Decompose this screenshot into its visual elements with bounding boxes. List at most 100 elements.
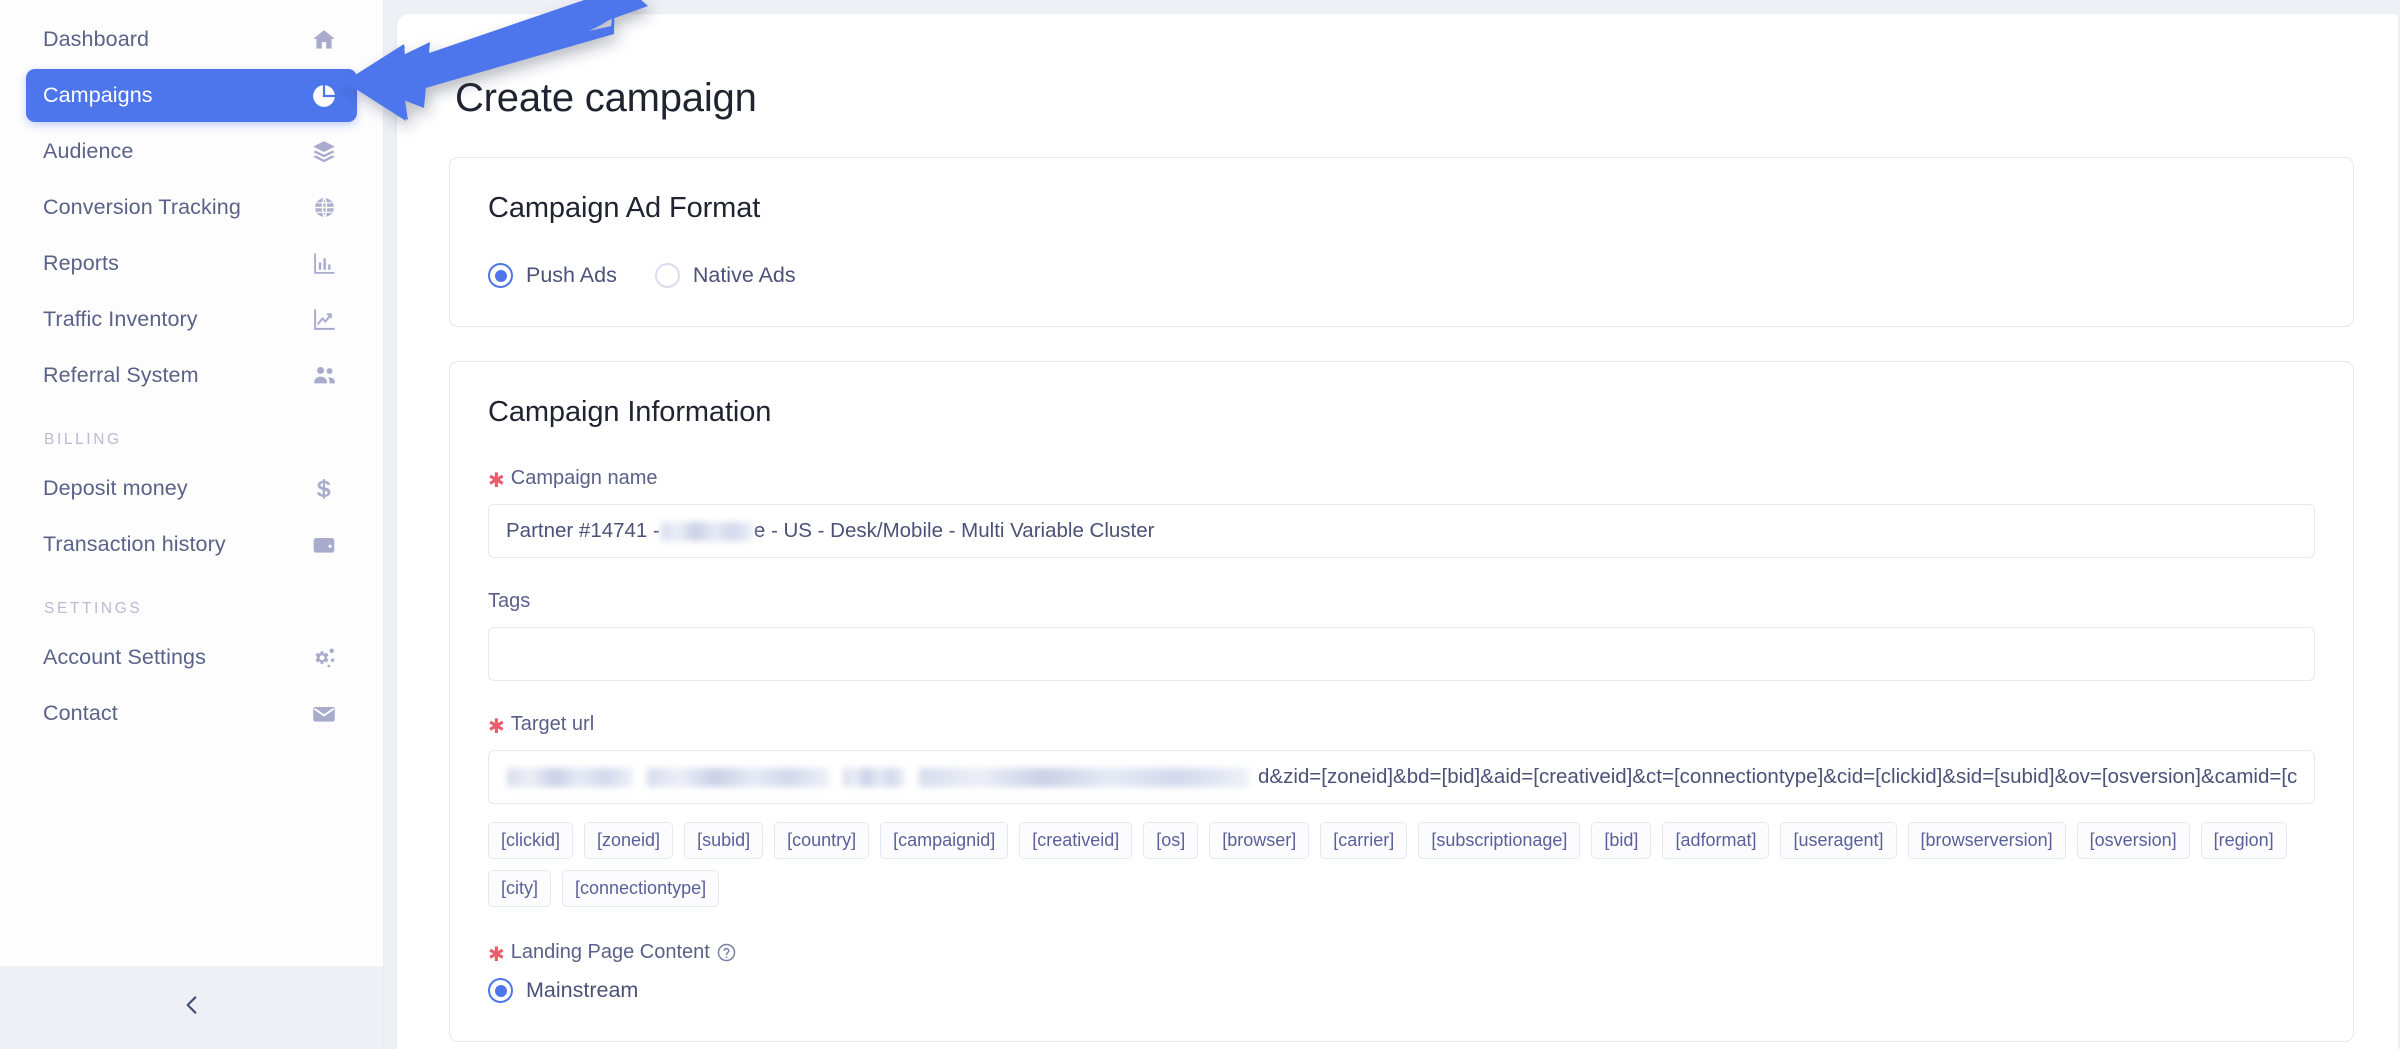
radio-native-ads[interactable]: Native Ads [654, 263, 796, 288]
sidebar-item-label: Referral System [43, 363, 199, 387]
sidebar-item-transaction-history[interactable]: Transaction history [26, 518, 357, 571]
sidebar-item-label: Traffic Inventory [43, 307, 198, 331]
sidebar: Dashboard Campaigns Audience Conversion … [0, 0, 383, 1049]
sidebar-item-campaigns[interactable]: Campaigns [26, 69, 357, 122]
label-campaign-name: ✱ Campaign name [488, 467, 2315, 492]
macro-chip[interactable]: [osversion] [2076, 822, 2190, 859]
label-text: Target url [510, 713, 595, 735]
macro-chip[interactable]: [adformat] [1662, 822, 1770, 859]
campaign-information-panel: Campaign Information ✱ Campaign name Par… [449, 361, 2355, 1042]
macro-chip[interactable]: [useragent] [1780, 822, 1897, 859]
campaign-name-input[interactable]: Partner #14741 - e - US - Desk/Mobile - … [488, 504, 2316, 558]
sidebar-nav: Dashboard Campaigns Audience Conversion … [0, 0, 383, 966]
envelope-icon [309, 699, 339, 729]
page-title: Create campaign [455, 76, 757, 120]
users-icon [309, 361, 339, 391]
required-asterisk: ✱ [488, 469, 505, 492]
sidebar-item-label: Conversion Tracking [43, 195, 241, 219]
label-text: Campaign name [510, 467, 658, 489]
sidebar-item-label: Transaction history [43, 532, 226, 556]
radio-mainstream[interactable]: Mainstream [488, 978, 638, 1003]
field-tags: Tags [488, 590, 2316, 681]
label-text: Landing Page Content [510, 941, 710, 963]
radio-indicator [654, 263, 680, 288]
macro-chip[interactable]: [campaignid] [880, 822, 1009, 859]
macro-chip[interactable]: [browserversion] [1907, 822, 2066, 859]
sidebar-item-referral-system[interactable]: Referral System [26, 349, 357, 402]
radio-label: Mainstream [526, 978, 639, 1002]
globe-icon [309, 193, 339, 223]
macro-chip[interactable]: [browser] [1209, 822, 1310, 859]
redacted-url-prefix [506, 767, 1250, 787]
macro-chip[interactable]: [zoneid] [584, 822, 674, 859]
radio-indicator [488, 263, 513, 288]
app-root: Dashboard Campaigns Audience Conversion … [0, 0, 2400, 1049]
main-content: Create campaign Campaign Ad Format Push … [383, 0, 2400, 1049]
campaign-ad-format-panel: Campaign Ad Format Push Ads Native Ads [449, 157, 2355, 327]
sidebar-item-label: Contact [43, 701, 118, 725]
sidebar-item-contact[interactable]: Contact [26, 687, 357, 740]
radio-label: Native Ads [692, 263, 796, 287]
macro-chip[interactable]: [os] [1143, 822, 1199, 859]
target-url-visible-value: d&zid=[zoneid]&bd=[bid]&aid=[creativeid]… [1258, 765, 2298, 788]
sidebar-group-settings: SETTINGS [44, 600, 143, 617]
pie-chart-icon [309, 81, 339, 111]
campaign-name-value-prefix: Partner #14741 - [506, 519, 660, 542]
wallet-icon [309, 530, 339, 560]
macro-chip[interactable]: [region] [2200, 822, 2287, 859]
sidebar-item-label: Deposit money [43, 476, 188, 500]
question-circle-icon[interactable] [716, 942, 737, 963]
target-url-input[interactable]: d&zid=[zoneid]&bd=[bid]&aid=[creativeid]… [488, 750, 2316, 804]
ad-format-radio-group: Push Ads Native Ads [488, 263, 2315, 288]
radio-push-ads[interactable]: Push Ads [488, 263, 617, 288]
campaign-name-value-suffix: e - US - Desk/Mobile - Multi Variable Cl… [753, 519, 1155, 542]
sidebar-item-label: Campaigns [43, 83, 153, 107]
home-icon [309, 25, 339, 55]
label-tags: Tags [488, 590, 2315, 613]
sidebar-collapse-button[interactable] [0, 966, 383, 1049]
sidebar-item-traffic-inventory[interactable]: Traffic Inventory [26, 293, 357, 346]
sidebar-item-deposit-money[interactable]: Deposit money [26, 462, 357, 515]
sidebar-item-account-settings[interactable]: Account Settings [26, 631, 357, 684]
sidebar-item-reports[interactable]: Reports [26, 237, 357, 290]
macro-chip[interactable]: [subid] [684, 822, 764, 859]
layers-icon [309, 137, 339, 167]
tags-input[interactable] [488, 627, 2316, 681]
chevron-left-icon [179, 992, 205, 1023]
panel-title-ad-format: Campaign Ad Format [488, 192, 761, 224]
macro-chip[interactable]: [connectiontype] [562, 870, 720, 907]
panel-title-campaign-information: Campaign Information [488, 396, 772, 428]
gears-icon [309, 643, 339, 673]
macro-chip[interactable]: [creativeid] [1019, 822, 1133, 859]
macro-chip[interactable]: [clickid] [488, 822, 574, 859]
label-target-url: ✱ Target url [488, 713, 2315, 737]
required-asterisk: ✱ [488, 943, 505, 966]
macro-chip[interactable]: [country] [774, 822, 870, 859]
sidebar-item-label: Dashboard [43, 27, 150, 51]
bar-chart-icon [309, 249, 339, 279]
field-target-url: ✱ Target url d&zid=[zoneid]&bd=[bid]&aid… [488, 713, 2316, 804]
macro-chip[interactable]: [carrier] [1320, 822, 1408, 859]
sidebar-item-conversion-tracking[interactable]: Conversion Tracking [26, 181, 357, 234]
radio-label: Push Ads [526, 263, 617, 287]
dollar-icon [309, 474, 339, 504]
radio-indicator [488, 978, 513, 1003]
page-card: Create campaign Campaign Ad Format Push … [397, 14, 2400, 1049]
line-chart-icon [309, 305, 339, 335]
sidebar-item-label: Audience [43, 139, 134, 163]
macro-chip-list: [clickid] [zoneid] [subid] [country] [ca… [488, 822, 2315, 907]
label-text: Tags [488, 590, 531, 612]
sidebar-group-billing: BILLING [44, 431, 122, 448]
macro-chip[interactable]: [subscriptionage] [1418, 822, 1581, 859]
field-landing-page-content: ✱ Landing Page Content Mainstream [488, 941, 2315, 1003]
redacted-brand [660, 521, 753, 541]
sidebar-item-audience[interactable]: Audience [26, 125, 357, 178]
sidebar-item-label: Account Settings [43, 645, 206, 669]
sidebar-item-label: Reports [43, 251, 119, 275]
macro-chip[interactable]: [city] [488, 870, 552, 907]
label-landing-page-content: ✱ Landing Page Content [488, 941, 2315, 966]
macro-chip[interactable]: [bid] [1591, 822, 1652, 859]
landing-page-content-radio-group: Mainstream [488, 978, 2315, 1003]
sidebar-item-dashboard[interactable]: Dashboard [26, 13, 357, 66]
field-campaign-name: ✱ Campaign name Partner #14741 - e - US … [488, 467, 2316, 558]
